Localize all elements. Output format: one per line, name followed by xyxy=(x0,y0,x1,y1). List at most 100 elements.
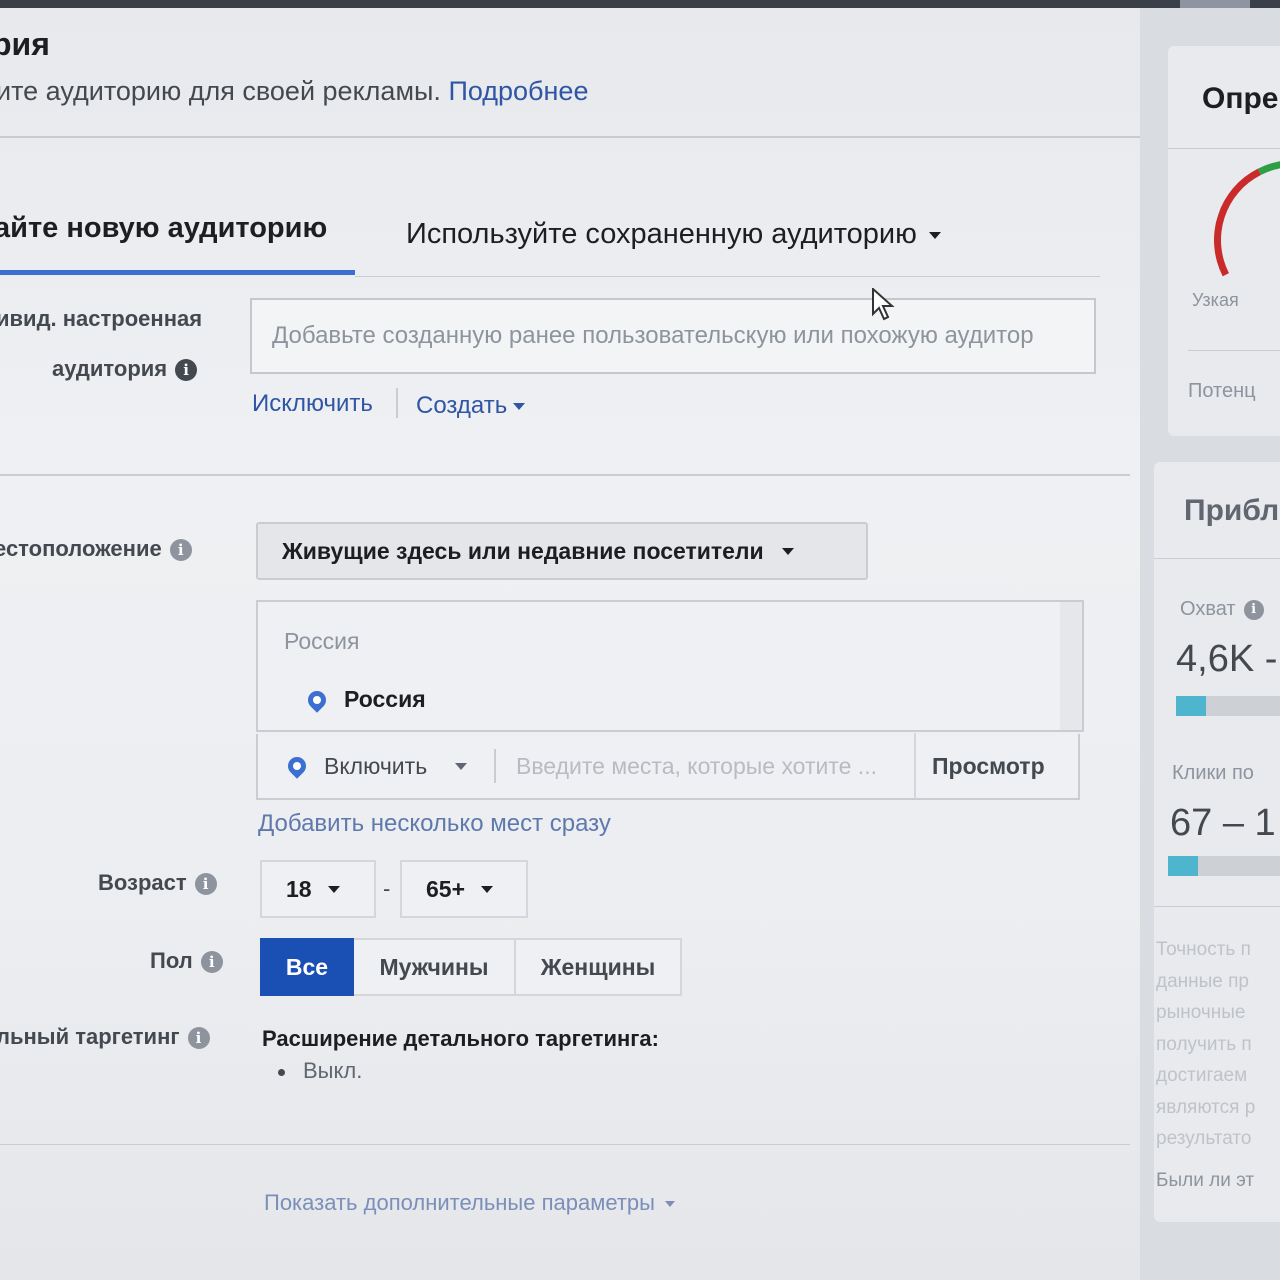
browse-button[interactable]: Просмотр xyxy=(916,753,1045,780)
active-tab-indicator xyxy=(0,270,355,275)
info-icon[interactable]: i xyxy=(200,951,223,974)
age-min-value: 18 xyxy=(286,875,312,902)
info-icon[interactable]: i xyxy=(194,873,217,896)
tab-new-audience[interactable]: айте новую аудиторию xyxy=(0,212,327,245)
location-list-scrollbar[interactable] xyxy=(1060,602,1082,730)
bullet-icon xyxy=(278,1068,285,1076)
header-divider xyxy=(0,136,1140,138)
disclaimer-line: являются р xyxy=(1156,1096,1256,1118)
tabs-divider xyxy=(355,276,1100,277)
create-dropdown[interactable]: Создать xyxy=(416,392,526,420)
reach-bar xyxy=(1176,696,1280,716)
bulk-add-locations-link[interactable]: Добавить несколько мест сразу xyxy=(258,810,611,838)
detailed-targeting-label: льный таргетинг i xyxy=(0,1024,210,1050)
gender-label-text: Пол xyxy=(150,948,193,973)
info-icon[interactable]: i xyxy=(169,539,192,562)
chevron-down-icon xyxy=(327,885,340,893)
info-icon[interactable]: i xyxy=(187,1027,210,1050)
disclaimer-line: получить п xyxy=(1156,1033,1252,1055)
age-min-dropdown[interactable]: 18 xyxy=(260,860,376,918)
section-subtitle: ите аудиторию для своей рекламы. Подробн… xyxy=(0,76,588,107)
tab-saved-audience[interactable]: Используйте сохраненную аудиторию xyxy=(406,218,941,251)
location-type-dropdown[interactable]: Живущие здесь или недавние посетители xyxy=(256,522,868,580)
gender-selector: Все Мужчины Женщины xyxy=(260,938,682,996)
include-label: Включить xyxy=(324,752,428,779)
chevron-down-icon xyxy=(664,1201,675,1208)
info-icon[interactable]: i xyxy=(175,359,198,382)
gender-label: Пол i xyxy=(150,948,223,974)
age-max-dropdown[interactable]: 65+ xyxy=(400,860,528,918)
targeting-expansion-value: Выкл. xyxy=(278,1058,362,1084)
location-item[interactable]: Россия xyxy=(304,686,426,713)
estimate-disclaimer: Точность п данные пр рыночные получить п… xyxy=(1156,934,1280,1196)
location-label: естоположение i xyxy=(0,536,192,562)
show-more-options-link[interactable]: Показать дополнительные параметры xyxy=(264,1190,675,1216)
gauge-narrow-label: Узкая xyxy=(1192,290,1239,310)
subtitle-text: ите аудиторию для своей рекламы. xyxy=(0,76,441,106)
bottom-divider xyxy=(0,1144,1130,1145)
reach-label-text: Охват xyxy=(1180,598,1236,620)
feedback-question[interactable]: Были ли эт xyxy=(1156,1165,1280,1197)
learn-more-link[interactable]: Подробнее xyxy=(448,76,588,106)
chevron-down-icon xyxy=(481,885,494,893)
age-separator: - xyxy=(383,876,391,901)
include-dropdown[interactable]: Включить xyxy=(258,753,494,780)
reach-bar-fill xyxy=(1176,696,1206,716)
link-separator xyxy=(396,388,398,418)
section-title: рия xyxy=(0,26,50,62)
location-search-input[interactable]: Введите места, которые хотите ... xyxy=(496,753,914,780)
audience-section: рия ите аудиторию для своей рекламы. Под… xyxy=(0,8,1140,1280)
location-search-row: Включить Введите места, которые хотите .… xyxy=(256,733,1080,800)
location-pin-icon xyxy=(284,753,310,779)
disclaimer-line: Точность п xyxy=(1156,939,1251,960)
clicks-bar xyxy=(1168,856,1280,876)
card1-divider-2 xyxy=(1188,350,1280,351)
custom-audience-label-2: аудитория i xyxy=(52,356,198,382)
chevron-down-icon xyxy=(513,403,526,411)
disclaimer-line: данные пр xyxy=(1156,970,1249,992)
potential-reach-label: Потенц xyxy=(1188,380,1256,402)
show-more-options-label: Показать дополнительные параметры xyxy=(264,1190,655,1215)
detailed-targeting-label-text: льный таргетинг xyxy=(0,1024,180,1049)
gender-women-button[interactable]: Женщины xyxy=(516,938,682,996)
clicks-value: 67 – 1 xyxy=(1170,802,1276,844)
info-icon[interactable]: i xyxy=(1243,599,1264,620)
custom-audience-placeholder: Добавьте созданную ранее пользовательску… xyxy=(272,322,1034,349)
custom-audience-label: ивид. настроенная xyxy=(0,306,202,332)
card2-divider xyxy=(1154,558,1280,559)
disclaimer-line: рыночные xyxy=(1156,1002,1246,1023)
estimated-results-title: Прибл xyxy=(1184,494,1280,527)
location-label-text: естоположение xyxy=(0,536,162,561)
exclude-link[interactable]: Исключить xyxy=(252,390,373,418)
custom-audience-label-line1: ивид. настроенная xyxy=(0,306,203,331)
create-label: Создать xyxy=(416,392,508,419)
disclaimer-line: достигаем xyxy=(1156,1065,1248,1086)
age-label-text: Возраст xyxy=(98,870,187,895)
age-label: Возраст i xyxy=(98,870,217,896)
reach-label: Охват i xyxy=(1180,598,1264,621)
reach-value: 4,6K - xyxy=(1176,638,1278,680)
card1-divider xyxy=(1168,148,1280,149)
gender-all-button[interactable]: Все xyxy=(260,938,354,996)
targeting-expansion-title: Расширение детального таргетинга: xyxy=(262,1026,659,1051)
selected-locations-box: Россия Россия xyxy=(256,600,1084,732)
disclaimer-line: результато xyxy=(1156,1128,1252,1149)
tab-saved-audience-label: Используйте сохраненную аудиторию xyxy=(406,218,917,250)
location-search-placeholder: Введите места, которые хотите ... xyxy=(516,752,877,779)
location-type-value: Живущие здесь или недавние посетители xyxy=(282,537,764,564)
top-bar-highlight xyxy=(1180,0,1250,8)
targeting-expansion-text: Выкл. xyxy=(303,1058,363,1083)
custom-audience-label-line2: аудитория xyxy=(52,356,168,381)
age-max-value: 65+ xyxy=(426,875,466,902)
chevron-down-icon xyxy=(928,231,941,239)
gender-men-button[interactable]: Мужчины xyxy=(354,938,516,996)
location-item-label: Россия xyxy=(344,686,426,712)
chevron-down-icon xyxy=(781,547,794,555)
clicks-label: Клики по xyxy=(1172,762,1254,784)
clicks-bar-fill xyxy=(1168,856,1198,876)
location-pin-icon xyxy=(304,686,330,713)
card2-divider-2 xyxy=(1154,906,1280,907)
custom-audience-divider xyxy=(0,474,1130,476)
browser-top-bar xyxy=(0,0,1280,8)
custom-audience-input[interactable]: Добавьте созданную ранее пользовательску… xyxy=(250,298,1096,374)
